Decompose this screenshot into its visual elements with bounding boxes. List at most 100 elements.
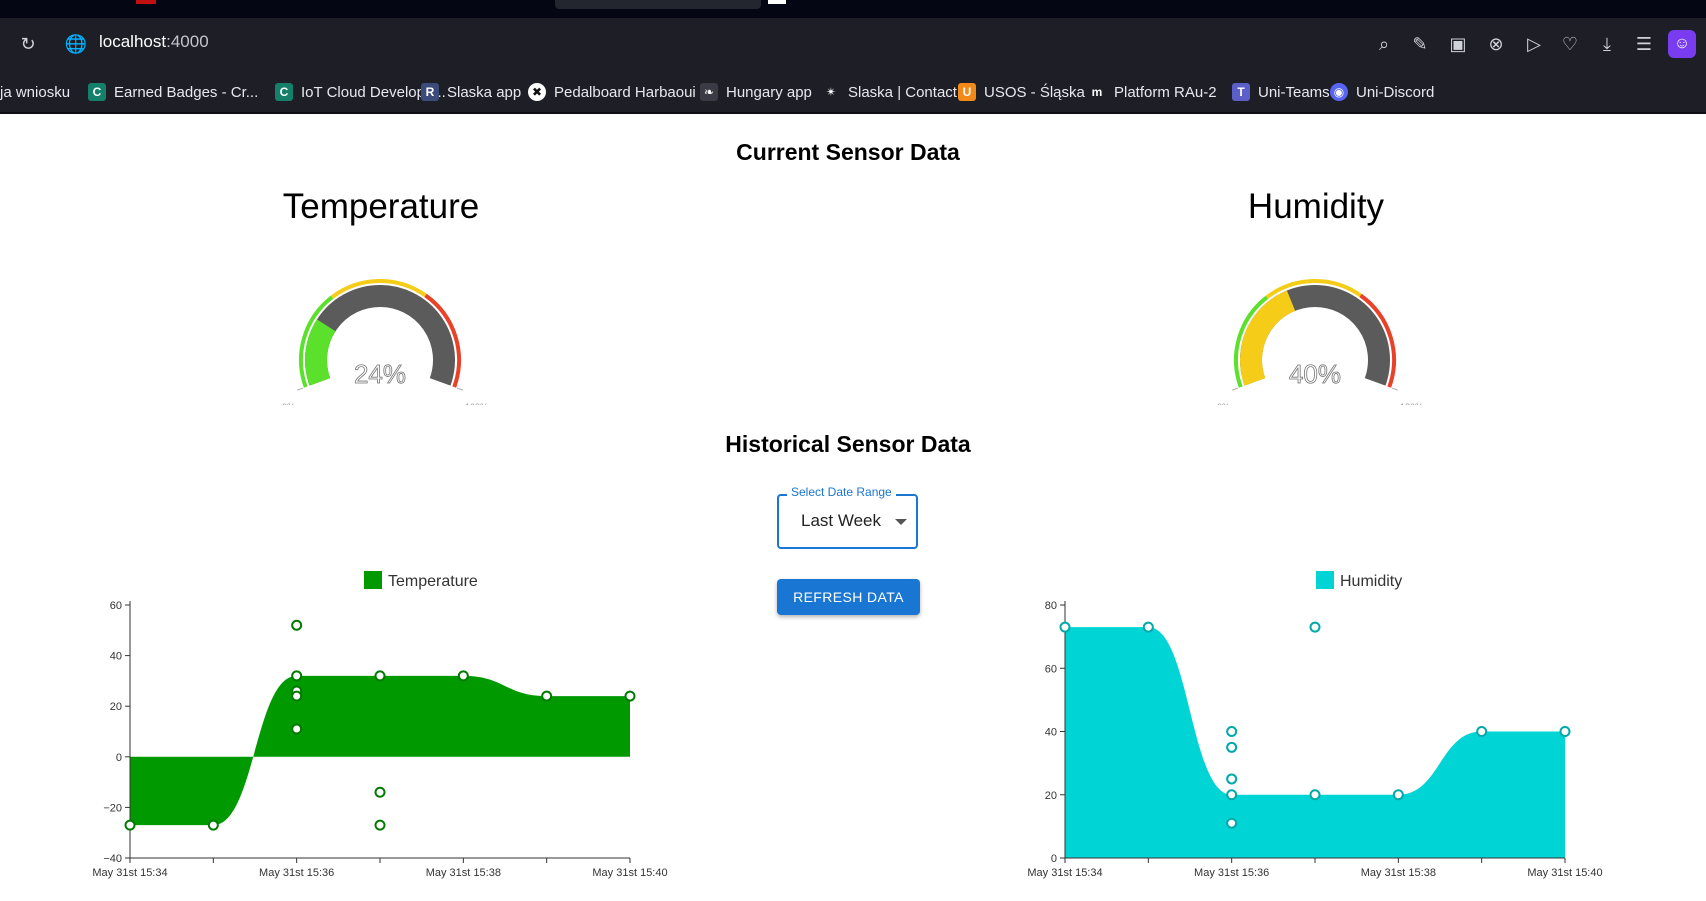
download-icon[interactable]: ⤓ — [1595, 33, 1619, 55]
y-tick-label: −40 — [103, 853, 122, 865]
legend-swatch — [364, 571, 382, 589]
data-point[interactable] — [1309, 789, 1321, 801]
data-point[interactable] — [541, 690, 553, 702]
y-tick-label: 40 — [1045, 727, 1057, 739]
data-point[interactable] — [1226, 773, 1238, 785]
x-tick-label: May 31st 15:34 — [92, 867, 167, 879]
bookmark-item[interactable]: R Slaska app — [421, 80, 521, 104]
bookmark-label: Hungary app — [726, 83, 812, 101]
refresh-data-button[interactable]: REFRESH DATA — [777, 579, 920, 615]
data-point[interactable] — [291, 690, 303, 702]
y-tick-label: 60 — [1045, 663, 1057, 675]
gauge-tick — [1391, 387, 1398, 391]
gauge-min-label: 0% — [1217, 402, 1230, 405]
url-port: :4000 — [166, 32, 209, 51]
bookmark-item[interactable]: U USOS - Śląska — [958, 80, 1085, 104]
temperature-gauge-title: Temperature — [282, 187, 480, 226]
tab-favicon — [136, 0, 156, 4]
reload-icon[interactable]: ↻ — [16, 33, 40, 55]
data-point[interactable] — [1059, 621, 1071, 633]
data-point[interactable] — [1226, 789, 1238, 801]
block-icon[interactable]: ⊗ — [1484, 33, 1508, 55]
data-point[interactable] — [624, 690, 636, 702]
gauge-value-text: 24% — [354, 359, 406, 389]
x-tick-label: May 31st 15:36 — [1194, 867, 1269, 879]
camera-icon[interactable]: ▣ — [1446, 33, 1470, 55]
c-logo-icon: C — [275, 83, 293, 101]
dropdown-caret-icon[interactable] — [895, 519, 907, 525]
edit-icon[interactable]: ✎ — [1408, 33, 1432, 55]
data-point[interactable] — [124, 819, 136, 831]
data-point[interactable] — [291, 723, 303, 735]
gauge-min-label: 0% — [282, 402, 295, 405]
y-tick-label: 20 — [110, 701, 122, 713]
bookmark-label: Uni-Discord — [1356, 83, 1435, 101]
y-tick-label: 60 — [110, 600, 122, 612]
y-tick-label: 20 — [1045, 790, 1057, 802]
y-tick-label: 40 — [110, 651, 122, 663]
bookmarks-bar: ja wniosku C Earned Badges - Cr... C IoT Clo… — [0, 72, 1706, 114]
data-point[interactable] — [1226, 817, 1238, 829]
data-point[interactable] — [1142, 621, 1154, 633]
browser-tab[interactable] — [555, 0, 761, 9]
site-info-icon[interactable]: 🌐 — [64, 33, 88, 55]
send-icon[interactable]: ▷ — [1522, 33, 1546, 55]
discord-icon: ◉ — [1330, 83, 1348, 101]
teams-icon: T — [1232, 83, 1250, 101]
y-tick-label: 80 — [1045, 600, 1057, 612]
gauge-tick — [297, 387, 304, 391]
x-circle-icon: ✖ — [528, 83, 546, 101]
data-point[interactable] — [1392, 789, 1404, 801]
x-tick-label: May 31st 15:38 — [1361, 867, 1436, 879]
area-series — [1065, 627, 1565, 858]
y-tick-label: −20 — [103, 802, 122, 814]
data-point[interactable] — [374, 819, 386, 831]
data-point[interactable] — [291, 619, 303, 631]
bookmark-item[interactable]: T Uni-Teams — [1232, 80, 1330, 104]
data-point[interactable] — [1309, 621, 1321, 633]
data-point[interactable] — [374, 786, 386, 798]
x-tick-label: May 31st 15:34 — [1027, 867, 1102, 879]
bookmark-label: Platform RAu-2 — [1114, 83, 1217, 101]
x-tick-label: May 31st 15:40 — [1527, 867, 1602, 879]
leaf-icon: ❧ — [700, 83, 718, 101]
tab-strip — [0, 0, 1706, 18]
humidity-history-chart: Humidity 0 20 40 60 80 May 31st 15:34 May 31st … — [1027, 571, 1603, 879]
m-logo-icon: m — [1088, 83, 1106, 101]
data-point[interactable] — [1226, 726, 1238, 737]
y-tick-label: 0 — [1051, 853, 1057, 865]
date-range-value: Last Week — [801, 511, 882, 530]
bookmark-item[interactable]: ja wniosku — [0, 80, 70, 104]
data-point[interactable] — [1476, 726, 1488, 737]
humidity-gauge-title: Humidity — [1247, 187, 1385, 226]
bookmark-label: Uni-Teams — [1258, 83, 1330, 101]
data-point[interactable] — [374, 670, 386, 682]
data-point[interactable] — [207, 819, 219, 831]
data-point[interactable] — [1226, 741, 1238, 753]
bookmark-item[interactable]: C Earned Badges - Cr... — [88, 80, 258, 104]
c-logo-icon: C — [88, 83, 106, 101]
address-bar[interactable]: localhost:4000 — [99, 32, 209, 52]
date-range-label: Select Date Range — [787, 485, 896, 499]
bookmark-label: ja wniosku — [0, 83, 71, 101]
profile-avatar[interactable]: ☺ — [1668, 30, 1696, 58]
data-point[interactable] — [291, 670, 303, 682]
bookmark-item[interactable]: ✴ Slaska | Contact — [822, 80, 957, 104]
bookmark-item[interactable]: ✖ Pedalboard Harbaoui — [528, 80, 696, 104]
legend-label: Temperature — [388, 573, 478, 590]
bookmark-label: Earned Badges - Cr... — [114, 83, 259, 101]
star-icon: ✴ — [822, 83, 840, 101]
temperature-gauge: 0% 100% 24% — [282, 279, 488, 405]
zoom-icon[interactable]: ⌕ — [1372, 33, 1396, 55]
data-point[interactable] — [1559, 726, 1571, 737]
bookmark-label: USOS - Śląska — [984, 83, 1085, 101]
heart-icon[interactable]: ♡ — [1558, 33, 1582, 55]
bookmark-item[interactable]: ❧ Hungary app — [700, 80, 812, 104]
data-point[interactable] — [457, 670, 469, 682]
bookmark-label: Slaska app — [447, 83, 522, 101]
easy-setup-icon[interactable]: ☰ — [1632, 33, 1656, 55]
gauge-max-label: 100% — [465, 402, 488, 405]
bookmark-item[interactable]: m Platform RAu-2 — [1088, 80, 1217, 104]
x-tick-label: May 31st 15:36 — [259, 867, 334, 879]
bookmark-item[interactable]: ◉ Uni-Discord — [1330, 80, 1434, 104]
